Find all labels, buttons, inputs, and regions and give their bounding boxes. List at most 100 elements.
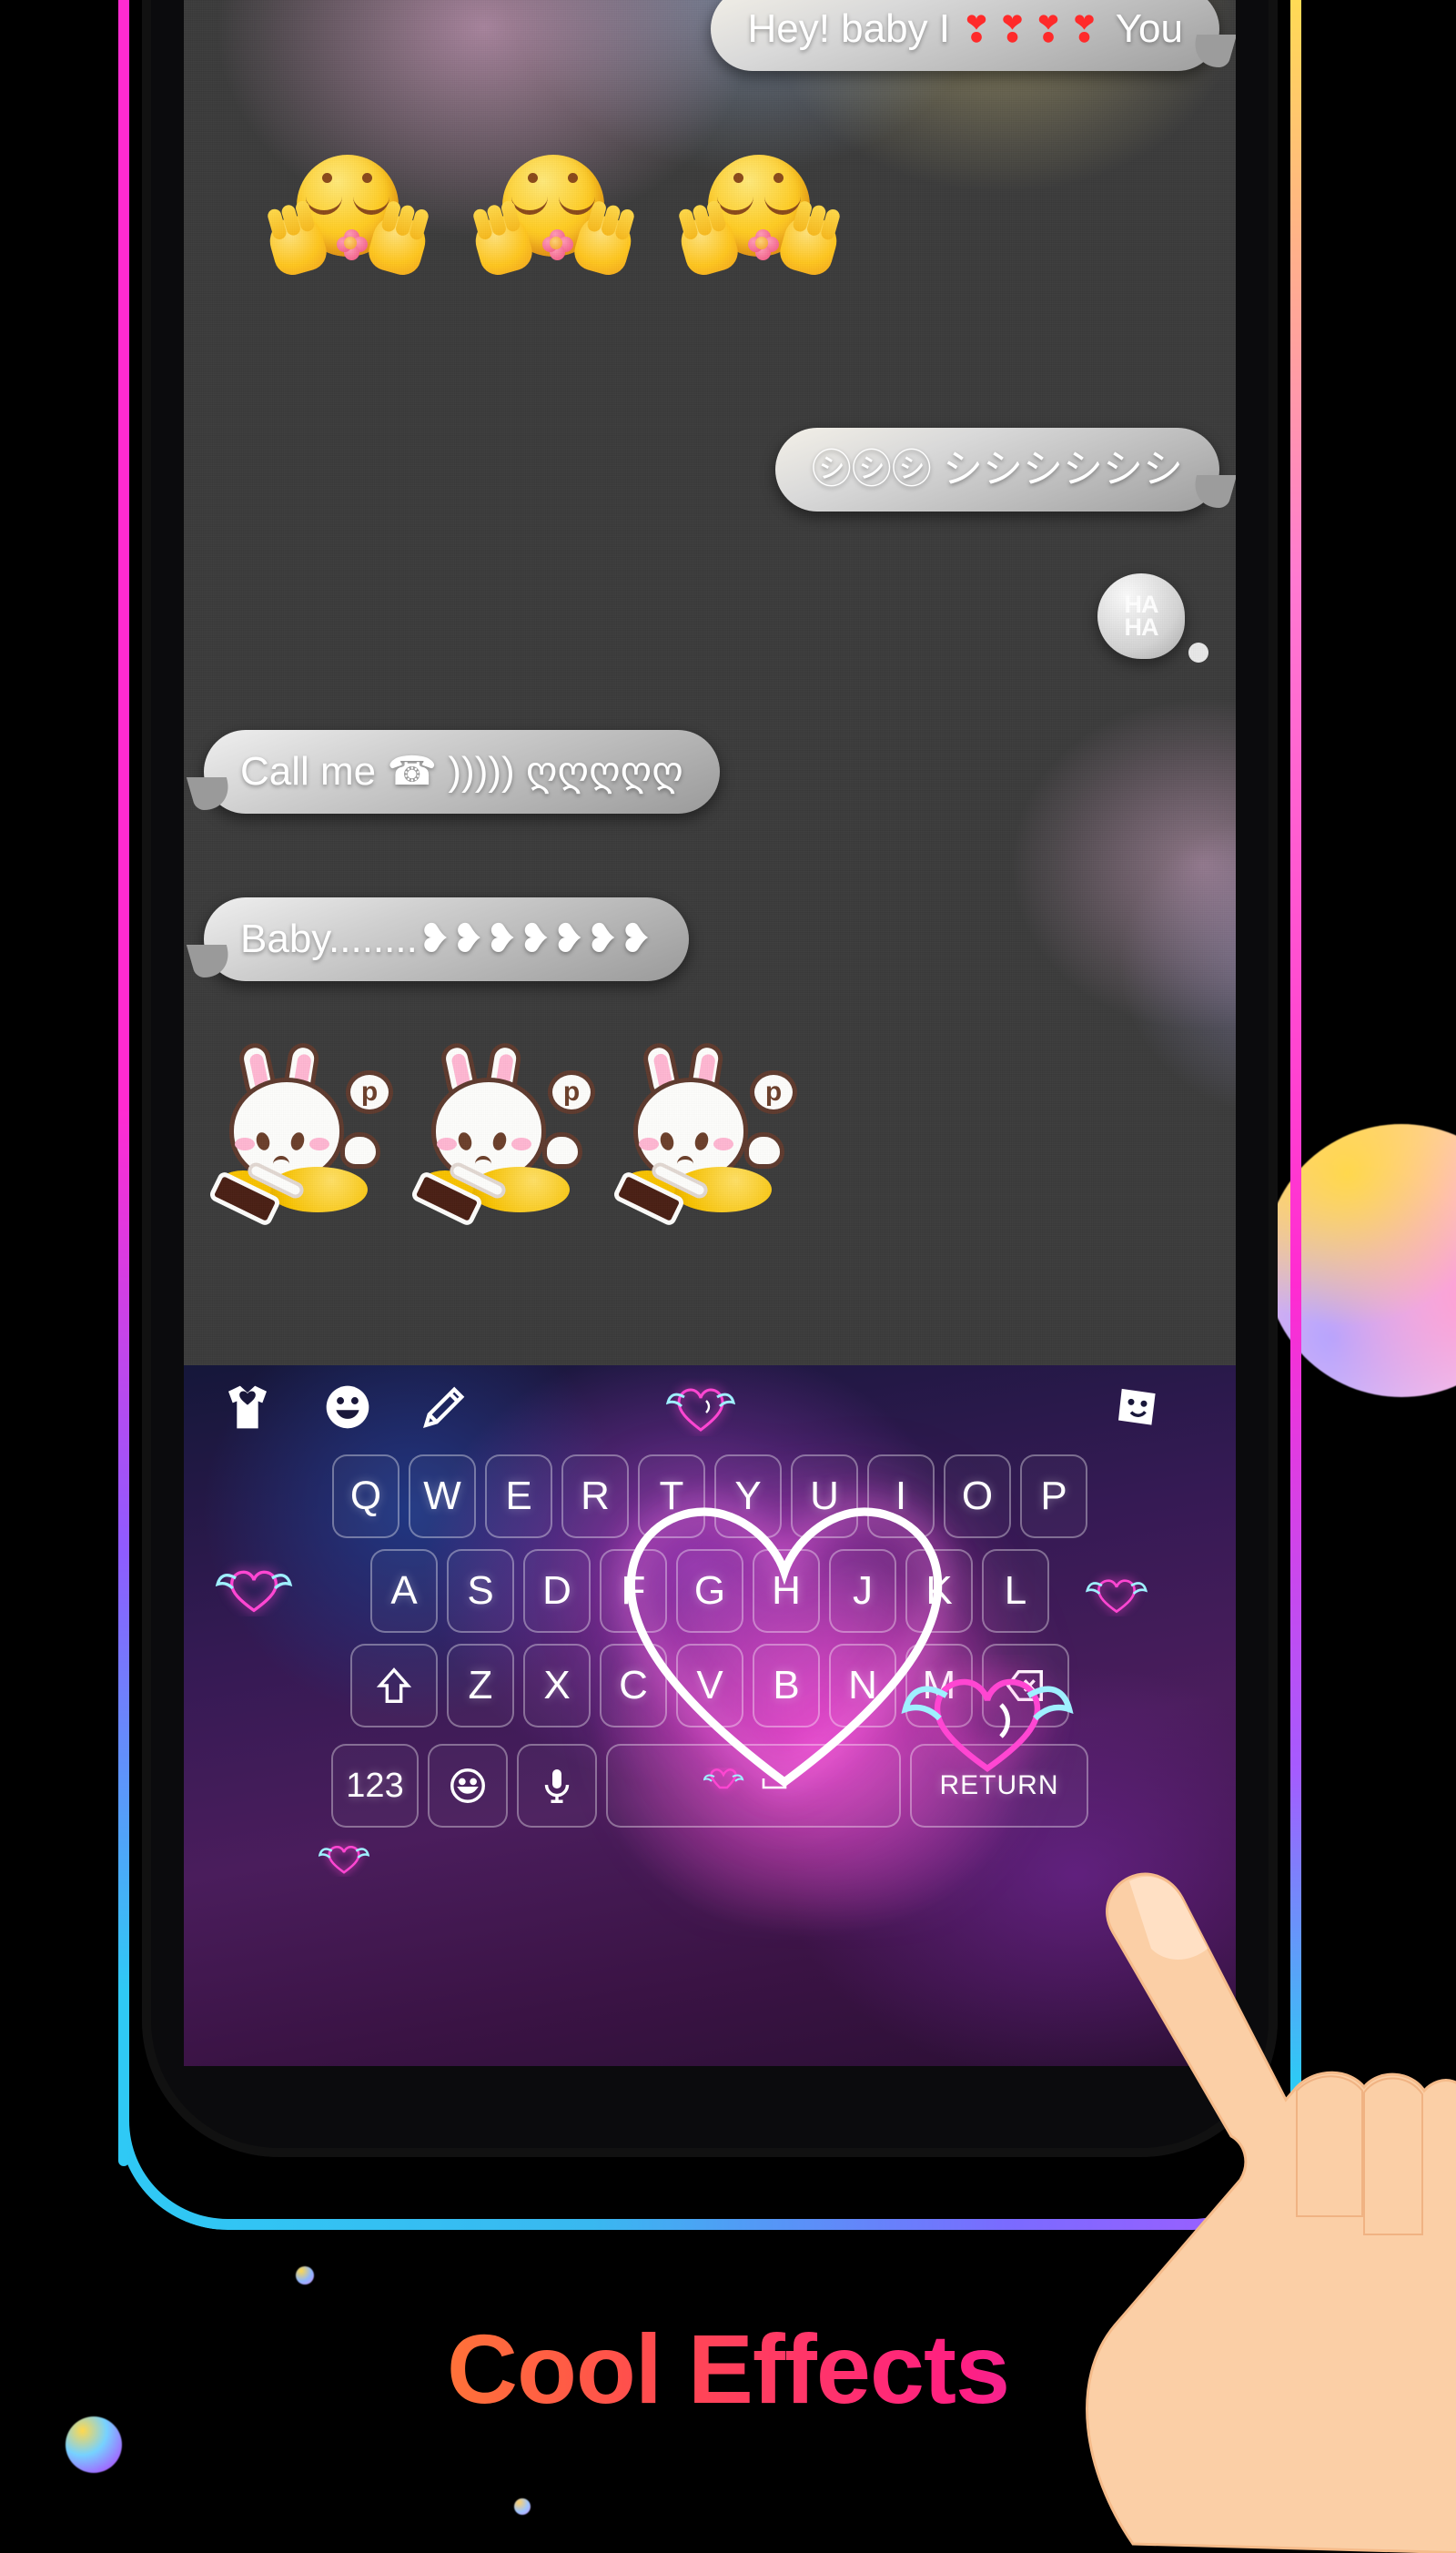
- phone-screen: Hey! baby I ❣❣❣❣ You ㋛㋛㋛ シシシシシシ HA HA Ca…: [184, 0, 1236, 2066]
- winged-heart-icon[interactable]: [666, 1378, 735, 1436]
- emoji-lid-left: [717, 197, 753, 215]
- haha-tail-dot: [1188, 643, 1208, 663]
- chat-bubble-incoming[interactable]: Baby........❥❥❥❥❥❥❥: [204, 897, 689, 981]
- bunny-cheek-left: [235, 1138, 255, 1150]
- key-Y[interactable]: Y: [714, 1454, 782, 1538]
- promo-background: Hey! baby I ❣❣❣❣ You ㋛㋛㋛ シシシシシシ HA HA Ca…: [0, 0, 1456, 2553]
- key-H[interactable]: H: [753, 1549, 820, 1633]
- shift-key[interactable]: [350, 1644, 438, 1727]
- keyboard-toolbar: [184, 1365, 1236, 1447]
- bunny-foot: [542, 1132, 582, 1169]
- chat-area: Hey! baby I ❣❣❣❣ You ㋛㋛㋛ シシシシシシ HA HA Ca…: [184, 0, 1236, 1365]
- message-row-5: Call me ☎ ))))) ღღღღღ: [184, 730, 1236, 814]
- key-D[interactable]: D: [523, 1549, 591, 1633]
- message-row-3: ㋛㋛㋛ シシシシシシ: [184, 428, 1236, 512]
- key-B[interactable]: B: [753, 1644, 820, 1727]
- sticker-row-emoji-faces: [184, 155, 1236, 279]
- key-R[interactable]: R: [561, 1454, 629, 1538]
- key-V[interactable]: V: [676, 1644, 743, 1727]
- emoji-flower: [748, 229, 779, 260]
- bunny-cheek-right: [309, 1138, 329, 1150]
- key-U[interactable]: U: [791, 1454, 858, 1538]
- key-W[interactable]: W: [409, 1454, 476, 1538]
- backspace-key[interactable]: [982, 1644, 1069, 1727]
- bunny-sleep-bubble: р: [548, 1070, 595, 1114]
- emoji-eye-right: [774, 173, 784, 183]
- emoji-eye-right: [568, 173, 578, 183]
- emoji-lid-right: [559, 197, 595, 215]
- winged-heart-decor-bottom: [318, 1845, 369, 1874]
- neon-rail-left: [118, 0, 129, 2166]
- key-E[interactable]: E: [485, 1454, 552, 1538]
- key-N[interactable]: N: [829, 1644, 896, 1727]
- emoji-flower: [542, 229, 573, 260]
- keyboard-row-1: Q W E R T Y U I O P: [184, 1454, 1236, 1538]
- message-row-6: Baby........❥❥❥❥❥❥❥: [184, 897, 1236, 981]
- bunny-cheek-right: [511, 1138, 531, 1150]
- key-A[interactable]: A: [370, 1549, 438, 1633]
- emoji-key[interactable]: [428, 1744, 508, 1828]
- key-J[interactable]: J: [829, 1549, 896, 1633]
- keyboard-row-2: A S D F G H J K L: [184, 1549, 1236, 1633]
- key-S[interactable]: S: [447, 1549, 514, 1633]
- emoji-face-sticker[interactable]: [470, 155, 637, 279]
- haha-line-2: HA: [1124, 613, 1159, 641]
- emoji-smiley-icon[interactable]: [322, 1382, 373, 1433]
- bunny-cheek-left: [639, 1138, 659, 1150]
- key-I[interactable]: I: [867, 1454, 935, 1538]
- chat-bubble-incoming[interactable]: Call me ☎ ))))) ღღღღღ: [204, 730, 720, 814]
- emoji-face-sticker[interactable]: [675, 155, 843, 279]
- key-G[interactable]: G: [676, 1549, 743, 1633]
- emoji-eye-right: [362, 173, 372, 183]
- heart-emoji-group: ❣❣❣❣: [961, 10, 1106, 50]
- key-F[interactable]: F: [600, 1549, 667, 1633]
- emoji-lid-right: [764, 197, 801, 215]
- message-row-4: HA HA: [184, 573, 1236, 663]
- message-row-1: Hey! baby I ❣❣❣❣ You: [184, 0, 1236, 71]
- bunny-foot: [744, 1132, 784, 1169]
- decorative-orb-3: [514, 2498, 531, 2515]
- space-key[interactable]: [606, 1744, 901, 1828]
- bunny-sticker[interactable]: р: [207, 1040, 393, 1228]
- emoji-eye-left: [528, 173, 538, 183]
- sticker-row-bunnies: р р р: [184, 1040, 1236, 1228]
- key-T[interactable]: T: [638, 1454, 705, 1538]
- keyboard-row-4: 123 RETURN: [184, 1744, 1236, 1828]
- key-Z[interactable]: Z: [447, 1644, 514, 1727]
- theme-shirt-icon[interactable]: [222, 1382, 273, 1433]
- emoji-lid-left: [306, 197, 342, 215]
- sticker-face-icon[interactable]: [1112, 1382, 1163, 1433]
- key-K[interactable]: K: [905, 1549, 973, 1633]
- key-C[interactable]: C: [600, 1644, 667, 1727]
- key-Q[interactable]: Q: [332, 1454, 399, 1538]
- emoji-face-sticker[interactable]: [264, 155, 431, 279]
- numbers-key[interactable]: 123: [331, 1744, 419, 1828]
- emoji-eye-left: [322, 173, 332, 183]
- key-O[interactable]: O: [944, 1454, 1011, 1538]
- key-P[interactable]: P: [1020, 1454, 1087, 1538]
- pointing-hand-cursor: [1086, 1872, 1456, 2553]
- haha-bubble[interactable]: HA HA: [1097, 573, 1208, 663]
- key-M[interactable]: M: [905, 1644, 973, 1727]
- bubble-text-tail: You: [1105, 6, 1183, 51]
- bunny-cheek-left: [437, 1138, 457, 1150]
- mic-key[interactable]: [517, 1744, 597, 1828]
- chat-bubble-outgoing[interactable]: ㋛㋛㋛ シシシシシシ: [774, 428, 1219, 512]
- chat-bubble-outgoing[interactable]: Hey! baby I ❣❣❣❣ You: [711, 0, 1219, 71]
- bunny-sticker[interactable]: р: [410, 1040, 595, 1228]
- emoji-flower: [337, 229, 368, 260]
- key-L[interactable]: L: [982, 1549, 1049, 1633]
- emoji-lid-right: [353, 197, 389, 215]
- decorative-orb-2: [296, 2266, 314, 2285]
- key-X[interactable]: X: [523, 1644, 591, 1727]
- keyboard-keys: Q W E R T Y U I O P A S D F G H J K L Z …: [184, 1454, 1236, 1839]
- return-key[interactable]: RETURN: [910, 1744, 1088, 1828]
- bunny-sticker[interactable]: р: [612, 1040, 797, 1228]
- bunny-sleep-bubble: р: [750, 1070, 797, 1114]
- pencil-edit-icon[interactable]: [419, 1382, 470, 1433]
- bubble-text: Hey! baby I: [747, 6, 962, 51]
- emoji-eye-left: [733, 173, 743, 183]
- keyboard-row-3: Z X C V B N M: [184, 1644, 1236, 1727]
- emoji-lid-left: [511, 197, 548, 215]
- bunny-cheek-right: [713, 1138, 733, 1150]
